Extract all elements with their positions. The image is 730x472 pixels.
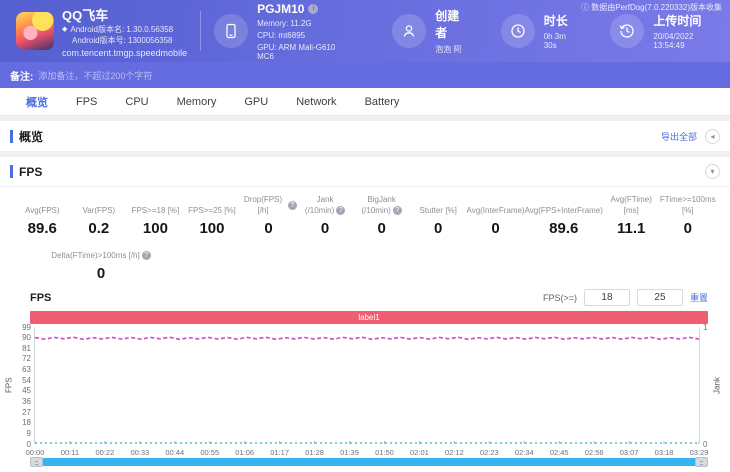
fps-chart: FPS 0 9 18 27 36 45 54 63 72 81 90 99 00:00 00:11 00:…: [4, 322, 722, 458]
fps-metrics-row: Avg(FPS) 89.6 Var(FPS) 0.2 FPS>=18 [%] 100 FPS…: [0, 187, 730, 239]
note-placeholder: 添加备注，不超过200个字符: [38, 70, 153, 81]
metric-value: 0: [377, 220, 386, 237]
metric-Avg(FTime) [ms]: Avg(FTime) [ms] 11.1: [603, 195, 660, 237]
y2-axis-ticks: 01: [703, 322, 708, 449]
fps-threshold-label: FPS(>=): [542, 292, 577, 303]
metric-value: 0: [434, 220, 443, 237]
report-header: ⓘ 数据由PerfDog(7.0.220332)版本收集 QQ飞车 ◆ Andr…: [0, 0, 730, 62]
y-axis-label: FPS: [4, 377, 14, 394]
metric-value: 0: [264, 220, 273, 237]
metric-value: 0: [96, 265, 106, 282]
device-info-icon[interactable]: i: [308, 3, 319, 14]
fps-threshold2-input[interactable]: [636, 289, 683, 306]
scrollbar-left-handle[interactable]: [30, 457, 43, 467]
tab-Battery[interactable]: Battery: [351, 96, 414, 108]
app-name: QQ飞车: [62, 7, 109, 23]
help-icon[interactable]: ?: [336, 206, 346, 216]
note-input[interactable]: 备注: 添加备注，不超过200个字符: [0, 62, 730, 88]
upload-value: 20/04/2022 13:54:49: [653, 32, 694, 50]
overview-collapse-button[interactable]: ◂: [705, 128, 720, 144]
metric-value: 0: [320, 220, 330, 237]
fps-threshold1-input[interactable]: [583, 289, 630, 306]
help-icon[interactable]: ?: [141, 251, 151, 261]
metric-value: 0.2: [88, 220, 110, 237]
duration-value: 0h 3m 30s: [543, 32, 566, 50]
android-icon: ◆: [62, 26, 68, 33]
duration-group: 时长 0h 3m 30s: [500, 12, 577, 50]
help-icon[interactable]: ?: [392, 206, 402, 216]
reset-link[interactable]: 重置: [690, 291, 708, 304]
fps-collapse-button[interactable]: ▾: [705, 164, 720, 179]
phone-icon: [214, 14, 249, 48]
creator-value: 泡泡 阿: [435, 45, 462, 54]
metric-value: 100: [142, 220, 168, 237]
metric-Avg(FPS): Avg(FPS) 89.6: [14, 196, 71, 237]
scrollbar-right-handle[interactable]: [695, 457, 708, 467]
tab-CPU[interactable]: CPU: [111, 96, 162, 108]
metric-FTime>=100ms [%]: FTime>=100ms [%] 0: [659, 195, 716, 237]
device-gpu: GPU: ARM Mali-G610 MC6: [257, 42, 336, 61]
app-icon: [16, 12, 54, 50]
metric-value: 100: [199, 220, 225, 237]
tab-FPS[interactable]: FPS: [62, 96, 111, 108]
tab-概览[interactable]: 概览: [12, 94, 62, 110]
overview-section-header: 概览 导出全部 ◂: [0, 121, 730, 151]
metric-value: 0: [683, 220, 692, 237]
y2-axis-label: Jank: [712, 377, 722, 394]
metric-Delta(FTime)>100ms [/h]: Delta(FTime)>100ms [/h]? 0: [26, 241, 176, 282]
tab-Memory[interactable]: Memory: [163, 96, 231, 108]
metric-BigJank: BigJank (/10min)? 0: [353, 195, 410, 237]
header-divider: [200, 11, 202, 51]
device-cpu: CPU: mt6895: [257, 30, 306, 40]
fps-panel-title: FPS: [19, 164, 43, 179]
upload-label: 上传时间: [653, 14, 702, 28]
device-model: PGJM10: [257, 1, 305, 16]
metric-value: 11.1: [617, 220, 646, 237]
android-version-code: Android版本号: 1300056358: [72, 35, 173, 45]
app-package: com.tencent.tmgp.speedmobile: [62, 47, 188, 58]
user-icon: [392, 14, 427, 48]
chart-plot-area: 00:00 00:11 00:22 00:33 00:44 00:55 01:06 01:17…: [26, 327, 708, 457]
accent-bar: [10, 165, 13, 178]
y-axis-ticks: 0 9 18 27 36 45 54 63 72 81 90 99: [22, 322, 31, 449]
info-icon: ⓘ: [581, 3, 590, 12]
device-memory: Memory: 11.2G: [257, 18, 312, 28]
device-group: PGJM10 i Memory: 11.2G CPU: mt6895 GPU: …: [214, 2, 346, 61]
metric-value: 89.6: [27, 220, 57, 237]
metric-Jank: Jank (/10min)? 0: [297, 195, 354, 237]
history-clock-icon: [610, 14, 645, 48]
chart-title: FPS: [30, 291, 52, 304]
perfdog-version-note: ⓘ 数据由PerfDog(7.0.220332)版本收集: [581, 3, 722, 12]
metric-FPS>=25 [%]: FPS>=25 [%] 100: [184, 196, 241, 237]
help-icon[interactable]: ?: [287, 201, 297, 211]
metric-Drop(FPS) [/h]: Drop(FPS) [/h]? 0: [240, 195, 297, 237]
metric-value: 0: [491, 220, 500, 237]
metric-Avg(FPS+InterFrame): Avg(FPS+InterFrame) 89.6: [524, 205, 603, 237]
note-label: 备注:: [10, 71, 34, 83]
metric-value: 89.6: [549, 220, 579, 237]
metric-Avg(InterFrame): Avg(InterFrame) 0: [466, 205, 525, 237]
chart-scrollbar[interactable]: [30, 457, 708, 467]
creator-label: 创建者: [435, 9, 460, 40]
accent-bar: [10, 129, 13, 143]
tab-GPU[interactable]: GPU: [230, 96, 282, 108]
android-version-name: Android版本名: 1.30.0.56358: [70, 24, 174, 34]
tab-bar: 概览 FPS CPU Memory GPU Network Battery: [0, 88, 730, 116]
tab-Network[interactable]: Network: [282, 96, 350, 108]
chart-label-banner: label1: [30, 311, 708, 324]
metric-Var(FPS): Var(FPS) 0.2: [71, 196, 128, 237]
metric-Stutter [%]: Stutter [%] 0: [410, 196, 467, 237]
fps-metrics-row2: Delta(FTime)>100ms [/h]? 0: [0, 241, 730, 282]
clock-icon: [500, 14, 535, 48]
overview-title: 概览: [19, 129, 44, 144]
creator-group: 创建者 泡泡 阿: [392, 7, 466, 55]
duration-label: 时长: [543, 14, 568, 28]
export-all-link[interactable]: 导出全部: [661, 130, 697, 143]
fps-panel: FPS ▾ Avg(FPS) 89.6 Var(FPS) 0.2 FPS>=18 [%]…: [0, 157, 730, 472]
upload-group: 上传时间 20/04/2022 13:54:49: [610, 12, 720, 50]
metric-FPS>=18 [%]: FPS>=18 [%] 100: [127, 196, 184, 237]
